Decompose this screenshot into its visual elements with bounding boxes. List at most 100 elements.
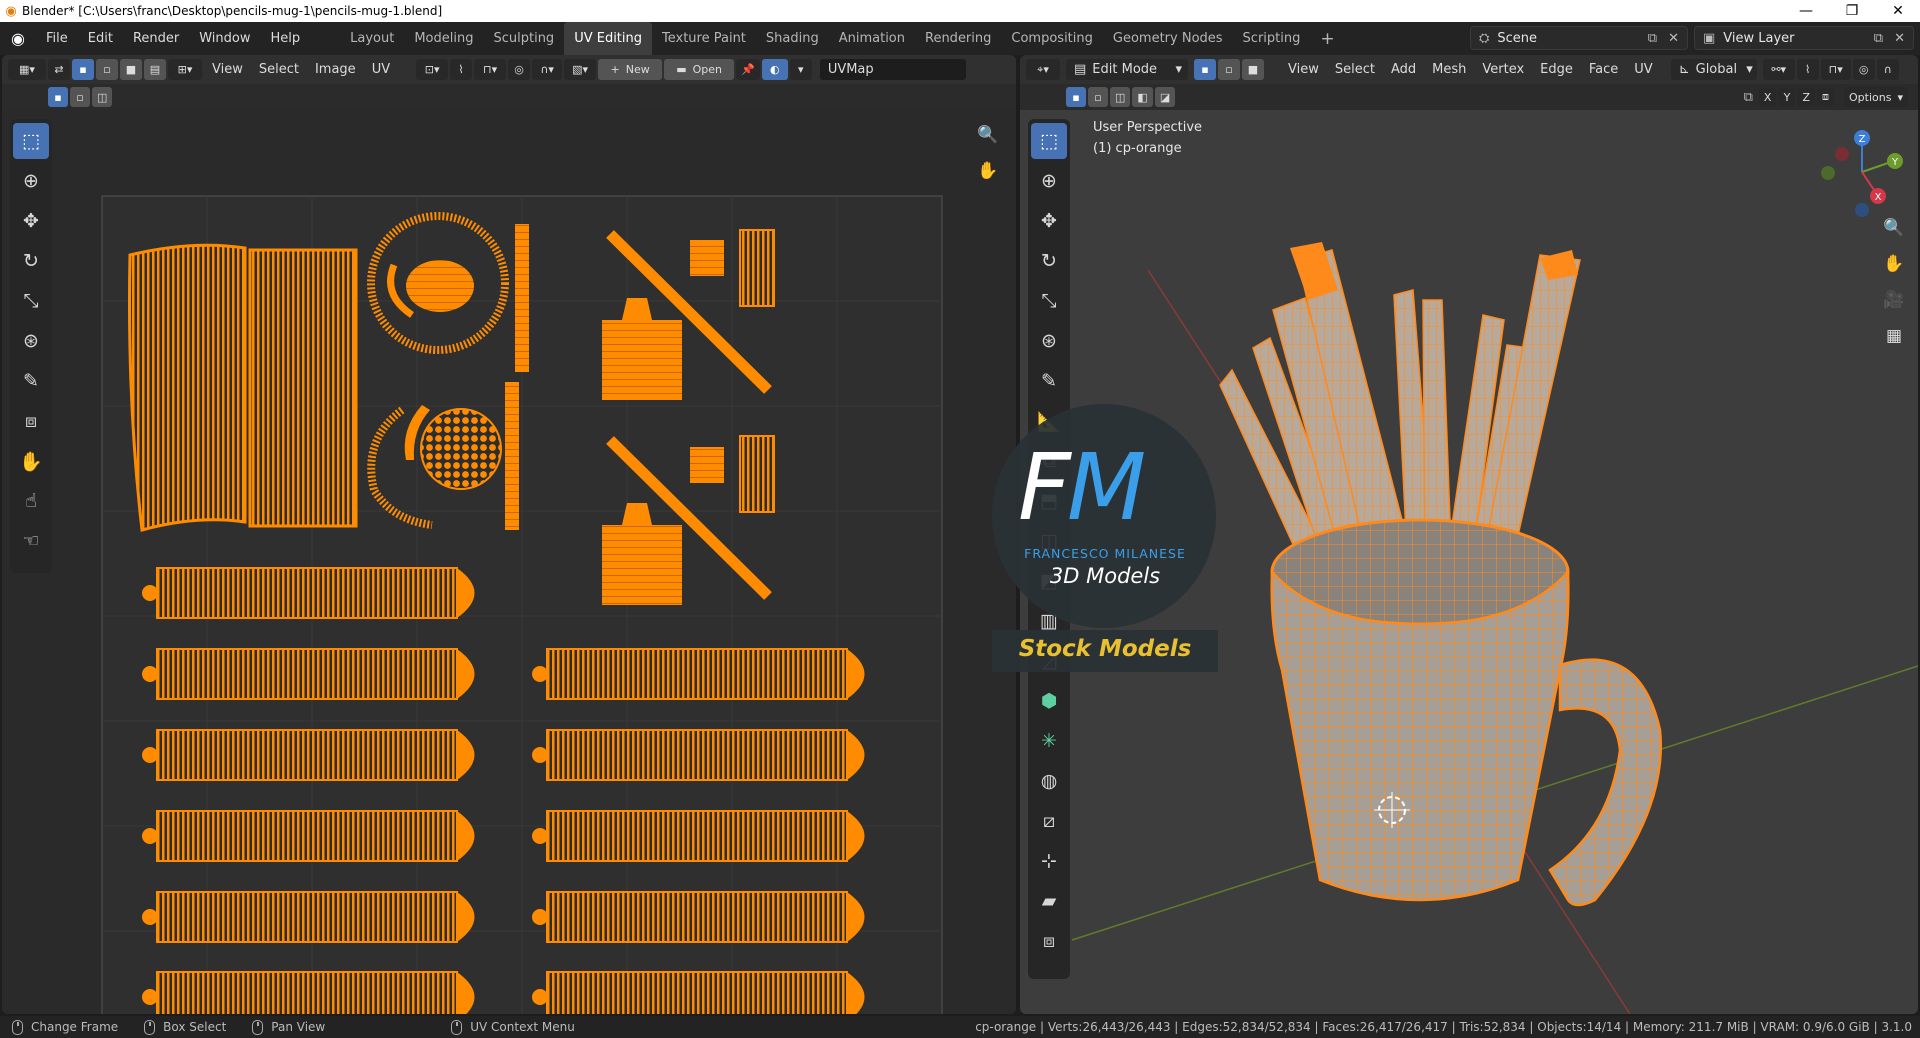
tab-layout[interactable]: Layout — [340, 22, 404, 55]
vertex-select-icon[interactable]: ▪ — [72, 59, 94, 80]
tab-texture-paint[interactable]: Texture Paint — [652, 22, 756, 55]
uv-strip-right-4[interactable] — [532, 891, 865, 943]
vp-annotate-tool-icon[interactable]: ✎ — [1031, 363, 1067, 399]
viewport-menu-face[interactable]: Face — [1581, 62, 1626, 77]
overlays-dropdown-icon[interactable]: ▾ — [789, 59, 812, 80]
uv-island-handle-bottom[interactable] — [505, 382, 519, 530]
select-box-tool-icon[interactable]: ⬚ — [13, 123, 49, 159]
uv-island-sleeve-1[interactable] — [739, 229, 775, 307]
select-mode-subtract-icon[interactable]: ◫ — [92, 87, 113, 107]
select-mode-new-icon[interactable]: ▪ — [48, 87, 68, 107]
vp-rip-tool-icon[interactable]: ⧈ — [1031, 923, 1067, 959]
vp-perspective-grid-icon[interactable]: ▦ — [1878, 320, 1910, 352]
menu-edit[interactable]: Edit — [78, 31, 123, 46]
uv-island-block-1[interactable] — [602, 320, 682, 400]
pivot-point-icon[interactable]: ⚯▾ — [1762, 59, 1795, 80]
uv-island-cap-1[interactable] — [690, 240, 724, 276]
uv-island-cap-2[interactable] — [690, 447, 724, 483]
vp-select-invert-icon[interactable]: ◧ — [1132, 87, 1153, 107]
gizmo-neg-z-handle[interactable] — [1855, 203, 1869, 217]
uv-strip-left-6[interactable] — [142, 971, 475, 1014]
uv-strip-right-3[interactable] — [532, 810, 865, 862]
editor-type-icon[interactable]: ▦▾ — [8, 59, 46, 80]
gizmo-neg-x-handle[interactable] — [1835, 147, 1849, 161]
tab-scripting[interactable]: Scripting — [1233, 22, 1311, 55]
mirror-x-toggle[interactable]: X — [1758, 88, 1777, 106]
uv-strip-left-2[interactable] — [142, 648, 475, 700]
menu-window[interactable]: Window — [189, 31, 260, 46]
uv-menu-select[interactable]: Select — [251, 62, 307, 77]
move-tool-icon[interactable]: ✥ — [13, 203, 49, 239]
uv-strip-left-4[interactable] — [142, 810, 475, 862]
uv-strip-left-3[interactable] — [142, 729, 475, 781]
uv-menu-image[interactable]: Image — [307, 62, 364, 77]
topology-mirror-icon[interactable]: ⧈ — [1817, 88, 1835, 106]
image-browse-icon[interactable]: ▧▾ — [564, 59, 597, 80]
restore-button[interactable]: ❐ — [1829, 0, 1875, 22]
scale-tool-icon[interactable]: ⤡ — [13, 283, 49, 319]
vp-poly-build-tool-icon[interactable]: ⬢ — [1031, 683, 1067, 719]
face-mode-icon[interactable]: ■ — [1242, 59, 1264, 80]
zoom-icon[interactable]: 🔍 — [972, 119, 1004, 151]
remove-scene-icon[interactable]: ✕ — [1668, 31, 1679, 46]
annotate-tool-icon[interactable]: ✎ — [13, 363, 49, 399]
transform-tool-icon[interactable]: ⊛ — [13, 323, 49, 359]
viewport-menu-add[interactable]: Add — [1383, 62, 1424, 77]
vp-scale-tool-icon[interactable]: ⤡ — [1031, 283, 1067, 319]
vp-spin-tool-icon[interactable]: ✳ — [1031, 723, 1067, 759]
uvmap-selector[interactable]: UVMap — [819, 59, 966, 80]
add-workspace-button[interactable]: + — [1310, 22, 1344, 55]
menu-file[interactable]: File — [36, 31, 78, 46]
new-view-layer-icon[interactable]: ⧉ — [1874, 31, 1883, 46]
mirror-z-toggle[interactable]: Z — [1797, 88, 1816, 106]
viewport-menu-edge[interactable]: Edge — [1532, 62, 1581, 77]
face-select-icon[interactable]: ■ — [120, 59, 142, 80]
select-mode-extend-icon[interactable]: ▫ — [70, 87, 90, 107]
menu-render[interactable]: Render — [123, 31, 189, 46]
tab-uv-editing[interactable]: UV Editing — [564, 22, 653, 55]
proportional-icon[interactable]: ◎ — [508, 59, 531, 80]
vp-select-subtract-icon[interactable]: ◫ — [1110, 87, 1131, 107]
pan-hand-icon[interactable]: ✋ — [972, 155, 1004, 187]
vp-pan-hand-icon[interactable]: ✋ — [1878, 248, 1910, 280]
edge-mode-icon[interactable]: ▫ — [1218, 59, 1240, 80]
cursor-tool-icon[interactable]: ⊕ — [13, 163, 49, 199]
uv-island-handle-top[interactable] — [515, 224, 529, 372]
falloff-icon[interactable]: ∩▾ — [532, 59, 563, 80]
new-scene-icon[interactable]: ⧉ — [1648, 31, 1657, 46]
scene-selector[interactable]: ⛭ Scene ⧉ ✕ — [1470, 26, 1688, 50]
tab-geometry-nodes[interactable]: Geometry Nodes — [1103, 22, 1233, 55]
tab-modeling[interactable]: Modeling — [404, 22, 483, 55]
viewport-menu-vertex[interactable]: Vertex — [1474, 62, 1532, 77]
uv-island-sleeve-2[interactable] — [739, 435, 775, 513]
pivot-icon[interactable]: ⊡▾ — [416, 59, 449, 80]
mode-selector[interactable]: ▤ Edit Mode ▾ — [1066, 59, 1188, 80]
uv-island-mug-strip[interactable] — [248, 248, 358, 528]
options-dropdown[interactable]: Options ▾ — [1844, 87, 1908, 107]
vp-select-intersect-icon[interactable]: ◪ — [1154, 87, 1176, 107]
uv-menu-view[interactable]: View — [204, 62, 251, 77]
minimize-button[interactable]: — — [1783, 0, 1829, 22]
overlays-icon[interactable]: ◐ — [761, 59, 788, 80]
sync-selection-icon[interactable]: ⇄ — [48, 59, 70, 80]
uv-canvas[interactable] — [2, 110, 1016, 1014]
viewport-menu-uv[interactable]: UV — [1626, 62, 1660, 77]
menu-help[interactable]: Help — [261, 31, 311, 46]
mirror-icon[interactable]: ⧉ — [1744, 90, 1753, 105]
vp-cursor-tool-icon[interactable]: ⊕ — [1031, 163, 1067, 199]
uv-strip-right-1[interactable] — [532, 648, 865, 700]
uv-strip-right-5[interactable] — [532, 971, 865, 1014]
uv-island-block-2[interactable] — [602, 525, 682, 605]
viewport-proportional-icon[interactable]: ◎ — [1852, 59, 1875, 80]
uv-strip-left-5[interactable] — [142, 891, 475, 943]
uv-island-mug-side[interactable] — [128, 243, 247, 532]
gizmo-neg-y-handle[interactable] — [1821, 166, 1835, 180]
vertex-mode-icon[interactable]: ▪ — [1194, 59, 1216, 80]
open-image-button[interactable]: ▬ Open — [664, 59, 735, 80]
tab-compositing[interactable]: Compositing — [1001, 22, 1103, 55]
rotate-tool-icon[interactable]: ↻ — [13, 243, 49, 279]
tab-shading[interactable]: Shading — [756, 22, 829, 55]
blender-menu-icon[interactable]: ◉ — [0, 29, 36, 48]
vp-smooth-tool-icon[interactable]: ◍ — [1031, 763, 1067, 799]
uv-strip-right-2[interactable] — [532, 729, 865, 781]
